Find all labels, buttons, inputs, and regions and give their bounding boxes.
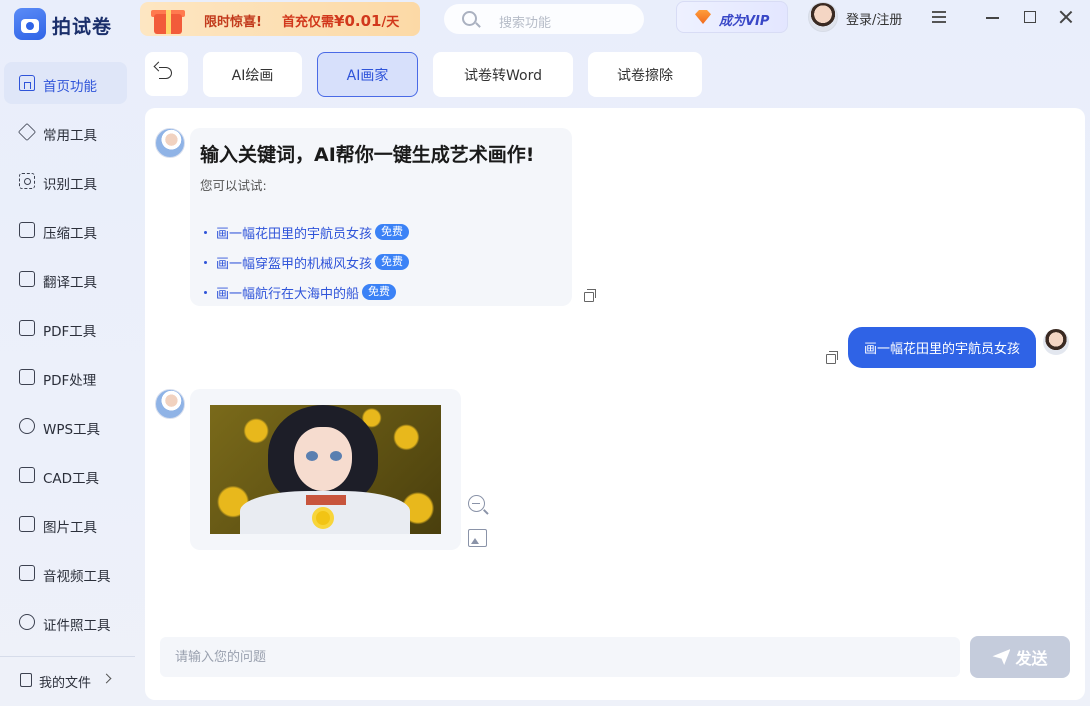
cad-icon — [19, 467, 35, 483]
sidebar-item-image[interactable]: 图片工具 — [4, 503, 127, 545]
sidebar-item-common-tools[interactable]: 常用工具 — [4, 111, 127, 153]
compress-icon — [19, 222, 35, 238]
sidebar-item-compress[interactable]: 压缩工具 — [4, 209, 127, 251]
sidebar-item-label: PDF处理 — [43, 373, 97, 389]
undo-arrow-icon — [159, 67, 172, 79]
pdf-process-icon — [19, 369, 35, 385]
sidebar-item-pdf-process[interactable]: PDF处理 — [4, 356, 127, 398]
promo-label: 限时惊喜! — [204, 15, 262, 30]
bot-avatar — [155, 128, 185, 158]
sidebar-item-label: 压缩工具 — [43, 226, 97, 242]
sidebar-item-label: 图片工具 — [43, 520, 97, 536]
menu-icon[interactable] — [932, 11, 946, 23]
tab-paper-erase[interactable]: 试卷擦除 — [588, 52, 702, 97]
home-icon — [19, 75, 35, 91]
sidebar-item-label: 首页功能 — [43, 79, 97, 95]
sidebar-item-label: 常用工具 — [43, 128, 97, 144]
sidebar-item-label: WPS工具 — [43, 422, 101, 438]
generated-artwork[interactable] — [210, 405, 441, 534]
scan-icon — [19, 173, 35, 189]
save-image-icon[interactable] — [468, 529, 487, 547]
translate-icon — [19, 271, 35, 287]
sidebar-item-label: 证件照工具 — [43, 618, 111, 634]
sidebar-item-recognition[interactable]: 识别工具 — [4, 160, 127, 202]
intro-title: 输入关键词，AI帮你一键生成艺术画作! — [200, 144, 535, 166]
diamond-icon — [695, 10, 711, 24]
tab-paper-to-word[interactable]: 试卷转Word — [433, 52, 573, 97]
sidebar-item-pdf-tools[interactable]: PDF工具 — [4, 307, 127, 349]
back-button[interactable] — [145, 52, 188, 96]
pdf-icon — [19, 320, 35, 336]
sidebar-item-label: 识别工具 — [43, 177, 97, 193]
free-badge: 免费 — [375, 224, 410, 240]
image-icon — [19, 516, 35, 532]
send-button[interactable]: 发送 — [970, 636, 1070, 678]
sidebar-item-audio-video[interactable]: 音视频工具 — [4, 552, 127, 594]
tab-ai-painting[interactable]: AI绘画 — [203, 52, 302, 97]
free-badge: 免费 — [362, 284, 397, 300]
vip-button[interactable]: 成为VIP — [676, 1, 788, 33]
id-photo-icon — [19, 614, 35, 630]
sidebar-item-wps[interactable]: WPS工具 — [4, 405, 127, 447]
sidebar-item-label: CAD工具 — [43, 471, 100, 487]
question-input[interactable] — [160, 637, 960, 677]
suggestion-item[interactable]: 画一幅花田里的宇航员女孩 免费 — [204, 222, 410, 242]
copy-icon[interactable] — [826, 351, 838, 364]
file-icon — [20, 673, 32, 687]
close-icon[interactable] — [1058, 9, 1074, 25]
sidebar: 首页功能 常用工具 识别工具 压缩工具 翻译工具 PDF工具 PDF处理 WPS… — [0, 52, 135, 706]
intro-message: 输入关键词，AI帮你一键生成艺术画作! 您可以试试: 画一幅花田里的宇航员女孩 … — [190, 128, 572, 306]
user-avatar[interactable] — [808, 2, 838, 32]
suggestion-item[interactable]: 画一幅航行在大海中的船 免费 — [204, 282, 397, 302]
sidebar-my-files[interactable]: 我的文件 — [0, 656, 135, 700]
app-name: 拍试卷 — [52, 16, 113, 38]
suggestion-item[interactable]: 画一幅穿盔甲的机械风女孩 免费 — [204, 252, 410, 272]
chat-panel: 输入关键词，AI帮你一键生成艺术画作! 您可以试试: 画一幅花田里的宇航员女孩 … — [145, 108, 1085, 700]
layers-icon — [17, 122, 37, 142]
my-files-label: 我的文件 — [39, 676, 92, 691]
login-link[interactable]: 登录/注册 — [846, 9, 902, 28]
promo-offer: 首充仅需¥0.01/天 — [282, 12, 400, 30]
wps-icon — [19, 418, 35, 434]
sidebar-item-label: 翻译工具 — [43, 275, 97, 291]
sidebar-item-label: 音视频工具 — [43, 569, 111, 585]
maximize-icon[interactable] — [1024, 11, 1036, 23]
search-box[interactable]: 搜索功能 — [444, 4, 644, 34]
sidebar-item-home[interactable]: 首页功能 — [4, 62, 127, 104]
music-icon — [19, 565, 35, 581]
user-message: 画一幅花田里的宇航员女孩 — [848, 327, 1036, 368]
sidebar-item-label: PDF工具 — [43, 324, 97, 340]
free-badge: 免费 — [375, 254, 410, 270]
search-placeholder: 搜索功能 — [499, 16, 552, 31]
promo-banner[interactable]: 限时惊喜! 首充仅需¥0.01/天 — [140, 2, 420, 36]
copy-icon[interactable] — [584, 289, 596, 302]
generated-image-message — [190, 389, 461, 550]
tab-ai-painter[interactable]: AI画家 — [317, 52, 418, 97]
vip-label: 成为VIP — [719, 14, 770, 29]
send-label: 发送 — [1015, 649, 1048, 668]
zoom-in-icon[interactable] — [468, 495, 485, 512]
title-bar: 拍试卷 限时惊喜! 首充仅需¥0.01/天 搜索功能 成为VIP 登录/注册 — [0, 0, 1090, 40]
user-chat-avatar — [1043, 329, 1069, 355]
minimize-icon[interactable] — [986, 17, 999, 19]
app-logo-icon — [14, 8, 46, 40]
search-icon — [462, 11, 477, 26]
gift-icon — [144, 4, 196, 36]
bot-avatar — [155, 389, 185, 419]
sidebar-item-id-photo[interactable]: 证件照工具 — [4, 601, 127, 643]
sidebar-item-cad[interactable]: CAD工具 — [4, 454, 127, 496]
send-plane-icon — [992, 649, 1011, 665]
sidebar-item-translate[interactable]: 翻译工具 — [4, 258, 127, 300]
intro-subtitle: 您可以试试: — [200, 178, 267, 193]
chevron-right-icon — [101, 673, 112, 684]
